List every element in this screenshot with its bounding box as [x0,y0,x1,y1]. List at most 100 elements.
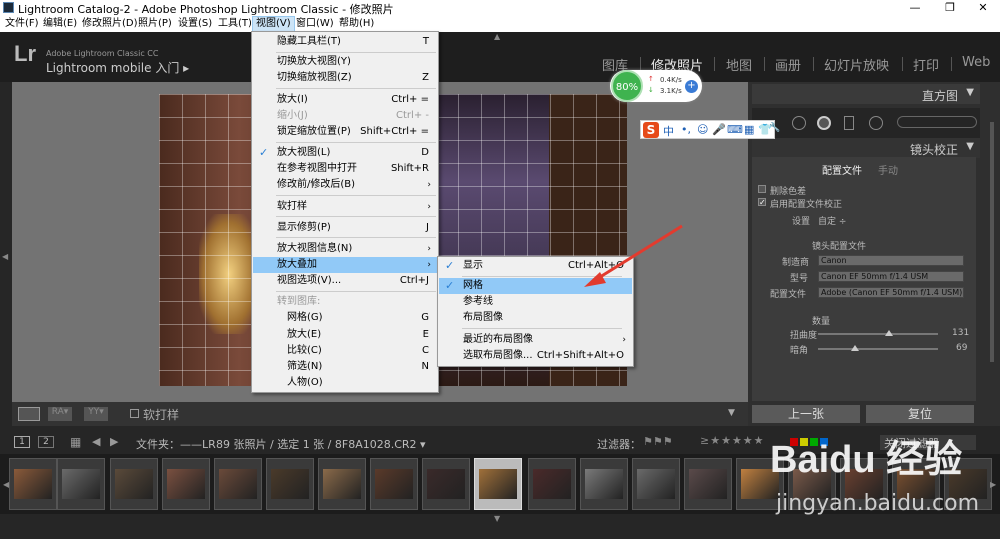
expand-left-icon[interactable]: ◀ [2,252,8,261]
monitor-1-button[interactable]: 1 [14,436,30,448]
thumbnail[interactable] [57,458,105,510]
distortion-slider[interactable] [818,333,938,335]
grid-icon[interactable]: ▦ [70,435,81,449]
enable-profile-checkbox[interactable]: ✓ [758,198,766,207]
photo-count[interactable]: 89 张照片 / 选定 1 张 / 8F8A1028.CR2 ▾ [216,436,426,452]
ime-lang-toggle[interactable]: 中 [663,123,674,139]
thumbnail[interactable] [162,458,210,510]
ime-keyboard-icon[interactable]: ⌨ [727,123,743,136]
menu-item-reference-view[interactable]: 在参考视图中打开 Shift+R [253,161,437,177]
ime-punctuation-icon[interactable]: •, [681,123,691,136]
collapse-bottom-icon[interactable]: ▼ [494,514,500,523]
model-select[interactable]: Canon EF 50mm f/1.4 USM [818,271,964,282]
menu-help[interactable]: 帮助(H) [336,17,377,31]
histogram-header[interactable]: 直方图 ▼ [752,84,980,104]
thumbnail[interactable] [266,458,314,510]
ime-settings-icon[interactable]: 🔧 [769,123,780,133]
setup-dropdown[interactable]: 自定 ÷ [818,214,846,227]
left-panel-collapsed[interactable]: ◀ [0,82,12,402]
vignette-value[interactable]: 69 [956,343,967,353]
toolbar-menu-icon[interactable]: ▼ [728,408,735,418]
menu-item-zoom-in[interactable]: 放大(I) Ctrl+ = [253,92,437,108]
menu-item-people[interactable]: 人物(O) [253,375,437,391]
before-after-icon[interactable]: RA▾ [48,407,72,421]
ime-emoji-icon[interactable]: ☺ [697,123,708,136]
menu-window[interactable]: 窗口(W) [293,17,337,31]
mobile-link[interactable]: Lightroom mobile 入门 ▸ [46,59,189,76]
vignette-knob[interactable] [851,345,859,351]
loupe-view-icon[interactable] [18,407,40,421]
module-slideshow[interactable]: 幻灯片放映 [824,55,889,74]
thumbnail[interactable] [110,458,158,510]
tab-profile[interactable]: 配置文件 [822,162,862,177]
module-book[interactable]: 画册 [775,55,801,74]
menu-item-loupe-overlay[interactable]: 放大叠加 › [253,257,437,273]
flag-filter-icon[interactable]: ⚑⚑⚑ [643,435,673,448]
menu-item-show-clipping[interactable]: 显示修剪(P) J [253,220,437,236]
lens-correction-header[interactable]: 镜头校正 ▼ [752,138,980,158]
ime-toolbar[interactable]: S 中 •, ☺ 🎤 ⌨ ▦ 👕 🔧 [640,120,780,139]
submenu-item-choose-layout[interactable]: 选取布局图像... Ctrl+Shift+Alt+O [439,348,632,364]
maximize-button[interactable]: ❐ [935,0,965,16]
thumbnail[interactable] [214,458,262,510]
module-web[interactable]: Web [962,55,990,70]
crop-tool-icon[interactable] [792,116,806,130]
thumbnail[interactable] [422,458,470,510]
radial-filter-icon[interactable] [869,116,883,130]
ime-toolbox-icon[interactable]: ▦ [744,123,754,136]
menu-item-before-after[interactable]: 修改前/修改后(B) › [253,177,437,193]
menu-view[interactable]: 视图(V) [252,16,295,32]
panel-scrollbar[interactable] [990,122,994,362]
menu-item-hide-toolbar[interactable]: 隐藏工具栏(T) T [253,34,437,50]
plus-icon[interactable]: + [685,80,698,93]
reset-button[interactable]: 复位 [866,405,974,423]
module-print[interactable]: 打印 [913,55,939,74]
graduated-filter-icon[interactable] [844,116,854,130]
submenu-item-recent-layouts[interactable]: 最近的布局图像 › [439,332,632,348]
previous-button[interactable]: 上一张 [752,405,860,423]
minimize-button[interactable]: — [900,0,930,16]
remove-ca-checkbox[interactable] [758,185,766,193]
thumbnail[interactable] [9,458,57,510]
tab-manual[interactable]: 手动 [878,162,898,177]
menu-item-grid[interactable]: 网格(G) G [253,310,437,326]
thumbnail[interactable] [528,458,576,510]
menu-item-loupe[interactable]: 放大(E) E [253,327,437,343]
forward-arrow-icon[interactable]: ▶ [110,435,118,448]
softproof-checkbox[interactable] [130,409,139,418]
folder-source[interactable]: 文件夹：——LR [136,436,216,452]
thumbnail[interactable] [370,458,418,510]
thumbnail-selected[interactable] [474,458,522,510]
thumbnail[interactable] [318,458,366,510]
menu-item-lock-zoom[interactable]: 锁定缩放位置(P) Shift+Ctrl+ = [253,124,437,140]
menu-photo[interactable]: 照片(P) [135,17,175,31]
ime-voice-icon[interactable]: 🎤 [712,123,726,136]
module-map[interactable]: 地图 [726,55,752,74]
make-select[interactable]: Canon [818,255,964,266]
menu-item-loupe-info[interactable]: 放大视图信息(N) › [253,241,437,257]
rating-filter-icon[interactable]: ≥★★★★★ [700,434,765,447]
thumbnail[interactable] [632,458,680,510]
brush-slider[interactable] [897,116,977,128]
menu-tools[interactable]: 工具(T) [215,17,255,31]
vignette-slider[interactable] [818,348,938,350]
network-speed-widget[interactable]: 80% 0.4K/s 3.1K/s ↑ ↓ + [610,70,702,102]
menu-item-view-options[interactable]: 视图选项(V)... Ctrl+J [253,273,437,289]
submenu-item-layout-image[interactable]: 布局图像 [439,310,632,326]
collapse-top-icon[interactable]: ▲ [494,32,500,41]
profile-select[interactable]: Adobe (Canon EF 50mm f/1.4 USM) [818,287,964,298]
menu-item-loupe-view[interactable]: ✓ 放大视图(L) D [253,145,437,161]
menu-develop[interactable]: 修改照片(D) [79,17,141,31]
menu-item-survey[interactable]: 筛选(N) N [253,359,437,375]
menu-item-soft-proofing[interactable]: 软打样 › [253,199,437,215]
menu-item-toggle-loupe[interactable]: 切换放大视图(Y) [253,54,437,70]
back-arrow-icon[interactable]: ◀ [92,435,100,448]
spot-removal-icon[interactable] [817,116,831,130]
monitor-2-button[interactable]: 2 [38,436,54,448]
thumbnail[interactable] [684,458,732,510]
menu-item-compare[interactable]: 比较(C) C [253,343,437,359]
sogou-logo-icon[interactable]: S [643,122,659,138]
close-button[interactable]: ✕ [968,0,998,16]
thumbnail[interactable] [580,458,628,510]
menu-edit[interactable]: 编辑(E) [40,17,80,31]
